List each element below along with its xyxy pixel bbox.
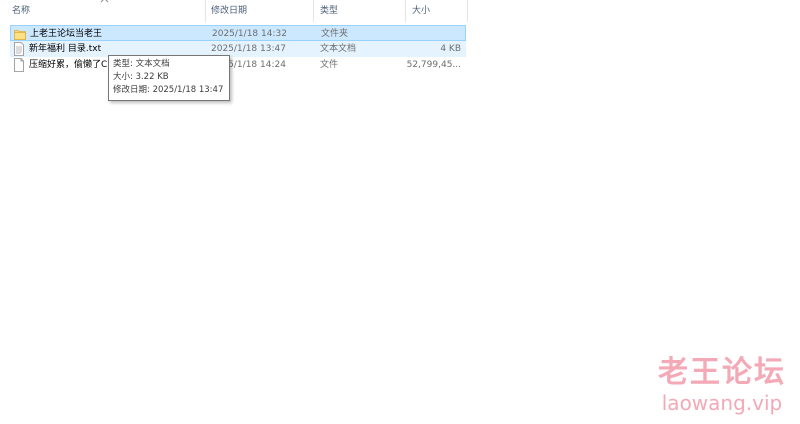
file-type: 文本文档 (320, 44, 357, 54)
column-header-date-modified[interactable]: 修改日期 (205, 0, 314, 22)
file-type: 文件夹 (321, 29, 349, 39)
column-header-size[interactable]: 大小 (406, 0, 468, 22)
tooltip-modified: 修改日期: 2025/1/18 13:47 (113, 85, 224, 95)
column-header-name[interactable]: 名称 (6, 0, 206, 22)
file-info-tooltip: 类型: 文本文档 大小: 3.22 KB 修改日期: 2025/1/18 13:… (108, 55, 230, 101)
file-row-file[interactable]: 压缩好累，偷懒了C 2025/1/18 14:24 文件 52,799,45..… (10, 57, 466, 73)
file-row-folder[interactable]: 上老王论坛当老王 2025/1/18 14:32 文件夹 (10, 25, 466, 41)
file-name: 压缩好累，偷懒了C (29, 60, 108, 70)
tooltip-size: 大小: 3.22 KB (113, 72, 169, 82)
watermark: 老王论坛 laowang.vip (658, 356, 786, 416)
column-header-type[interactable]: 类型 (314, 0, 406, 22)
file-row-text-document[interactable]: 新年福利 目录.txt 2025/1/18 13:47 文本文档 4 KB (10, 41, 466, 57)
watermark-url: laowang.vip (661, 391, 783, 415)
tooltip-type: 类型: 文本文档 (113, 59, 170, 69)
file-icon (14, 58, 24, 72)
file-explorer-window: 名称 修改日期 类型 大小 上老王论坛当老王 2025/1/18 14:32 文… (0, 0, 800, 424)
watermark-title: 老王论坛 (658, 355, 786, 390)
file-name: 上老王论坛当老王 (30, 29, 103, 39)
file-size: 52,799,45... (406, 60, 461, 70)
file-type: 文件 (320, 60, 339, 70)
file-name: 新年福利 目录.txt (29, 44, 102, 54)
folder-icon (14, 30, 26, 40)
text-file-icon (14, 42, 24, 56)
file-date-modified: 2025/1/18 14:32 (212, 29, 287, 39)
column-header-bar: 名称 修改日期 类型 大小 (0, 0, 470, 22)
file-list: 上老王论坛当老王 2025/1/18 14:32 文件夹 新年福利 目录.txt… (10, 25, 466, 73)
file-size: 4 KB (440, 44, 461, 54)
